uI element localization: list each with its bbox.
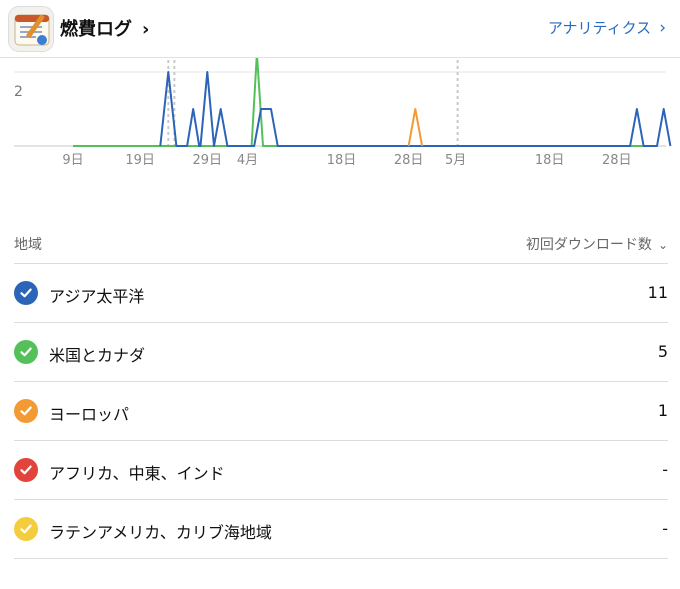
region-row[interactable]: ラテンアメリカ、カリブ海地域 - [14,500,668,559]
x-tick-label: 9日 [62,153,83,168]
analytics-link[interactable]: アナリティクス › [548,17,666,38]
download-count: 1 [657,401,668,420]
metric-column-header: 初回ダウンロード数 [525,237,652,253]
app-title-link[interactable]: 燃費ログ › [60,15,149,41]
region-row[interactable]: アジア太平洋 11 [14,264,668,323]
series-line [73,58,657,147]
x-tick-label: 18日 [535,153,565,168]
region-label: ラテンアメリカ、カリブ海地域 [49,523,272,542]
region-row[interactable]: ヨーロッパ 1 [14,382,668,441]
x-tick-label: 29日 [192,153,222,168]
x-tick-label: 4月 [237,153,258,168]
checkmark-icon[interactable] [14,458,38,482]
checkmark-icon[interactable] [14,340,38,364]
checkmark-icon[interactable] [14,281,38,305]
download-count: 5 [657,342,668,361]
region-table: 地域 初回ダウンロード数 ⌄ アジア太平洋 11 米国とカナダ 5 ヨーロッパ 1 アフリカ、… [14,222,668,559]
analytics-label: アナリティクス [547,19,652,37]
x-tick-label: 5月 [445,153,466,168]
region-rows: アジア太平洋 11 米国とカナダ 5 ヨーロッパ 1 アフリカ、中東、インド - ラテンアメリカ… [14,264,668,559]
region-label: ヨーロッパ [49,405,130,424]
x-tick-label: 18日 [327,153,357,168]
download-count: - [662,519,668,538]
region-label: 米国とカナダ [49,346,146,365]
y-tick-label: 2 [14,84,23,100]
region-column-header: 地域 [14,237,42,253]
chevron-down-icon: ⌄ [657,238,668,252]
app-icon[interactable] [8,6,54,52]
metric-sort-dropdown[interactable]: 初回ダウンロード数 ⌄ [526,234,668,254]
app-title: 燃費ログ [60,19,132,40]
chevron-right-icon: › [142,19,150,40]
x-tick-label: 28日 [602,153,632,168]
checkmark-icon[interactable] [14,399,38,423]
x-tick-label: 28日 [394,153,424,168]
download-count: 11 [647,283,668,302]
app-header: 燃費ログ › アナリティクス › [0,0,680,58]
region-row[interactable]: 米国とカナダ 5 [14,323,668,382]
table-header: 地域 初回ダウンロード数 ⌄ [14,222,668,264]
region-label: アジア太平洋 [49,287,145,306]
fuel-log-icon [14,14,50,46]
download-count: - [662,460,668,479]
region-label: アフリカ、中東、インド [49,464,225,483]
checkmark-icon[interactable] [14,517,38,541]
downloads-line-chart: 29日 19日 29日 4月 18日 28日 5月 18日 28日 [14,58,672,168]
region-row[interactable]: アフリカ、中東、インド - [14,441,668,500]
series-line [407,108,424,147]
x-tick-label: 19日 [125,153,155,168]
chevron-right-icon: › [659,18,666,38]
